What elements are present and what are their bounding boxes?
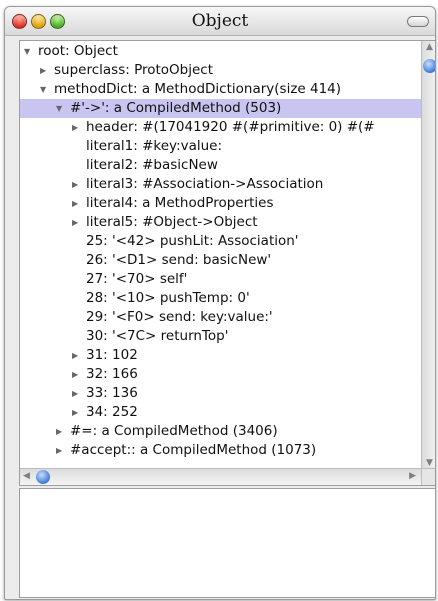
scroll-up-arrow-icon[interactable]: ▲: [426, 42, 433, 52]
tree-row-label: 33: 136: [86, 385, 138, 401]
disclosure-collapsed-icon[interactable]: ▶: [72, 213, 86, 232]
disclosure-collapsed-icon[interactable]: ▶: [56, 422, 70, 441]
disclosure-expanded-icon[interactable]: ▼: [56, 99, 70, 118]
tree-row[interactable]: ▼ #'->': a CompiledMethod (503): [20, 99, 421, 118]
tree-row[interactable]: ▼ root: Object: [20, 42, 421, 61]
code-text-pane[interactable]: [19, 488, 435, 598]
disclosure-collapsed-icon[interactable]: ▶: [72, 194, 86, 213]
tree-row[interactable]: ▶ 32: 166: [20, 365, 421, 384]
tree-row[interactable]: ▶ literal3: #Association->Association: [20, 175, 421, 194]
tree-row[interactable]: ▶ literal4: a MethodProperties: [20, 194, 421, 213]
tree-row-label: literal2: #basicNew: [86, 157, 218, 173]
tree-row[interactable]: ▶ header: #(17041920 #(#primitive: 0) #(#: [20, 118, 421, 137]
tree-row-label: #'->': a CompiledMethod (503): [70, 100, 282, 116]
disclosure-collapsed-icon[interactable]: ▶: [40, 61, 54, 80]
tree-row[interactable]: ▶ superclass: ProtoObject: [20, 61, 421, 80]
tree-row[interactable]: ▶30: '<7C> returnTop': [20, 327, 421, 346]
tree-row-label: 30: '<7C> returnTop': [86, 328, 229, 344]
tree-row-label: literal3: #Association->Association: [86, 176, 324, 192]
disclosure-collapsed-icon[interactable]: ▶: [56, 441, 70, 460]
tree-row[interactable]: ▶ 31: 102: [20, 346, 421, 365]
scroll-right-arrow-icon[interactable]: ▶: [409, 471, 416, 481]
disclosure-expanded-icon[interactable]: ▼: [40, 80, 54, 99]
disclosure-collapsed-icon[interactable]: ▶: [72, 403, 86, 422]
tree-row[interactable]: ▶28: '<10> pushTemp: 0': [20, 289, 421, 308]
object-tree[interactable]: ▼ root: Object ▶ superclass: ProtoObject ▼ me…: [20, 41, 421, 469]
tree-row[interactable]: ▶27: '<70> self': [20, 270, 421, 289]
toolbar-toggle-button[interactable]: [407, 16, 429, 27]
disclosure-collapsed-icon[interactable]: ▶: [72, 118, 86, 137]
scroll-left-arrow-icon[interactable]: ◀: [23, 471, 30, 481]
disclosure-collapsed-icon[interactable]: ▶: [72, 175, 86, 194]
tree-row-label: header: #(17041920 #(#primitive: 0) #(#: [86, 119, 375, 135]
tree-row-label: 28: '<10> pushTemp: 0': [86, 290, 250, 306]
tree-row-label: 29: '<F0> send: key:value:': [86, 309, 273, 325]
horizontal-scroll-thumb[interactable]: [36, 470, 50, 484]
disclosure-collapsed-icon[interactable]: ▶: [72, 346, 86, 365]
tree-row-label: literal1: #key:value:: [86, 138, 223, 154]
disclosure-collapsed-icon[interactable]: ▶: [72, 384, 86, 403]
tree-row[interactable]: ▼ methodDict: a MethodDictionary(size 414…: [20, 80, 421, 99]
tree-row[interactable]: ▶ #=: a CompiledMethod (3406): [20, 422, 421, 441]
disclosure-collapsed-icon[interactable]: ▶: [72, 365, 86, 384]
scroll-down-arrow-icon[interactable]: ▼: [426, 458, 433, 468]
tree-row-label: literal4: a MethodProperties: [86, 195, 274, 211]
disclosure-expanded-icon[interactable]: ▼: [24, 42, 38, 61]
tree-row[interactable]: ▶26: '<D1> send: basicNew': [20, 251, 421, 270]
tree-row-label: 27: '<70> self': [86, 271, 188, 287]
inspector-window: Object ▼ root: Object ▶ superclass: ProtoOb…: [4, 6, 436, 600]
tree-row[interactable]: ▶literal1: #key:value:: [20, 137, 421, 156]
tree-row[interactable]: ▶literal2: #basicNew: [20, 156, 421, 175]
tree-row-label: 26: '<D1> send: basicNew': [86, 252, 272, 268]
tree-row-label: literal5: #Object->Object: [86, 214, 258, 230]
tree-row-label: 34: 252: [86, 404, 138, 420]
tree-row[interactable]: ▶ #accept:: a CompiledMethod (1073): [20, 441, 421, 460]
tree-row[interactable]: ▶ literal5: #Object->Object: [20, 213, 421, 232]
scrollbar-corner: [421, 468, 435, 485]
horizontal-scrollbar[interactable]: ◀ ▶: [20, 468, 421, 485]
tree-row-label: 25: '<42> pushLit: Association': [86, 233, 299, 249]
tree-row[interactable]: ▶29: '<F0> send: key:value:': [20, 308, 421, 327]
tree-row-label: 31: 102: [86, 347, 138, 363]
vertical-scrollbar[interactable]: ▲ ▼: [421, 41, 435, 469]
window-title: Object: [191, 11, 249, 31]
tree-row[interactable]: ▶ 33: 136: [20, 384, 421, 403]
tree-row-label: #=: a CompiledMethod (3406): [70, 423, 278, 439]
tree-row-label: root: Object: [38, 43, 118, 59]
tree-pane: ▼ root: Object ▶ superclass: ProtoObject ▼ me…: [19, 40, 435, 486]
tree-row[interactable]: ▶ 34: 252: [20, 403, 421, 422]
tree-row-label: #accept:: a CompiledMethod (1073): [70, 442, 317, 458]
tree-row-label: superclass: ProtoObject: [54, 62, 214, 78]
title-bar[interactable]: Object: [5, 7, 435, 36]
tree-row-label: methodDict: a MethodDictionary(size 414): [54, 81, 342, 97]
tree-row[interactable]: ▶25: '<42> pushLit: Association': [20, 232, 421, 251]
vertical-scroll-thumb[interactable]: [423, 59, 435, 73]
tree-row-label: 32: 166: [86, 366, 138, 382]
